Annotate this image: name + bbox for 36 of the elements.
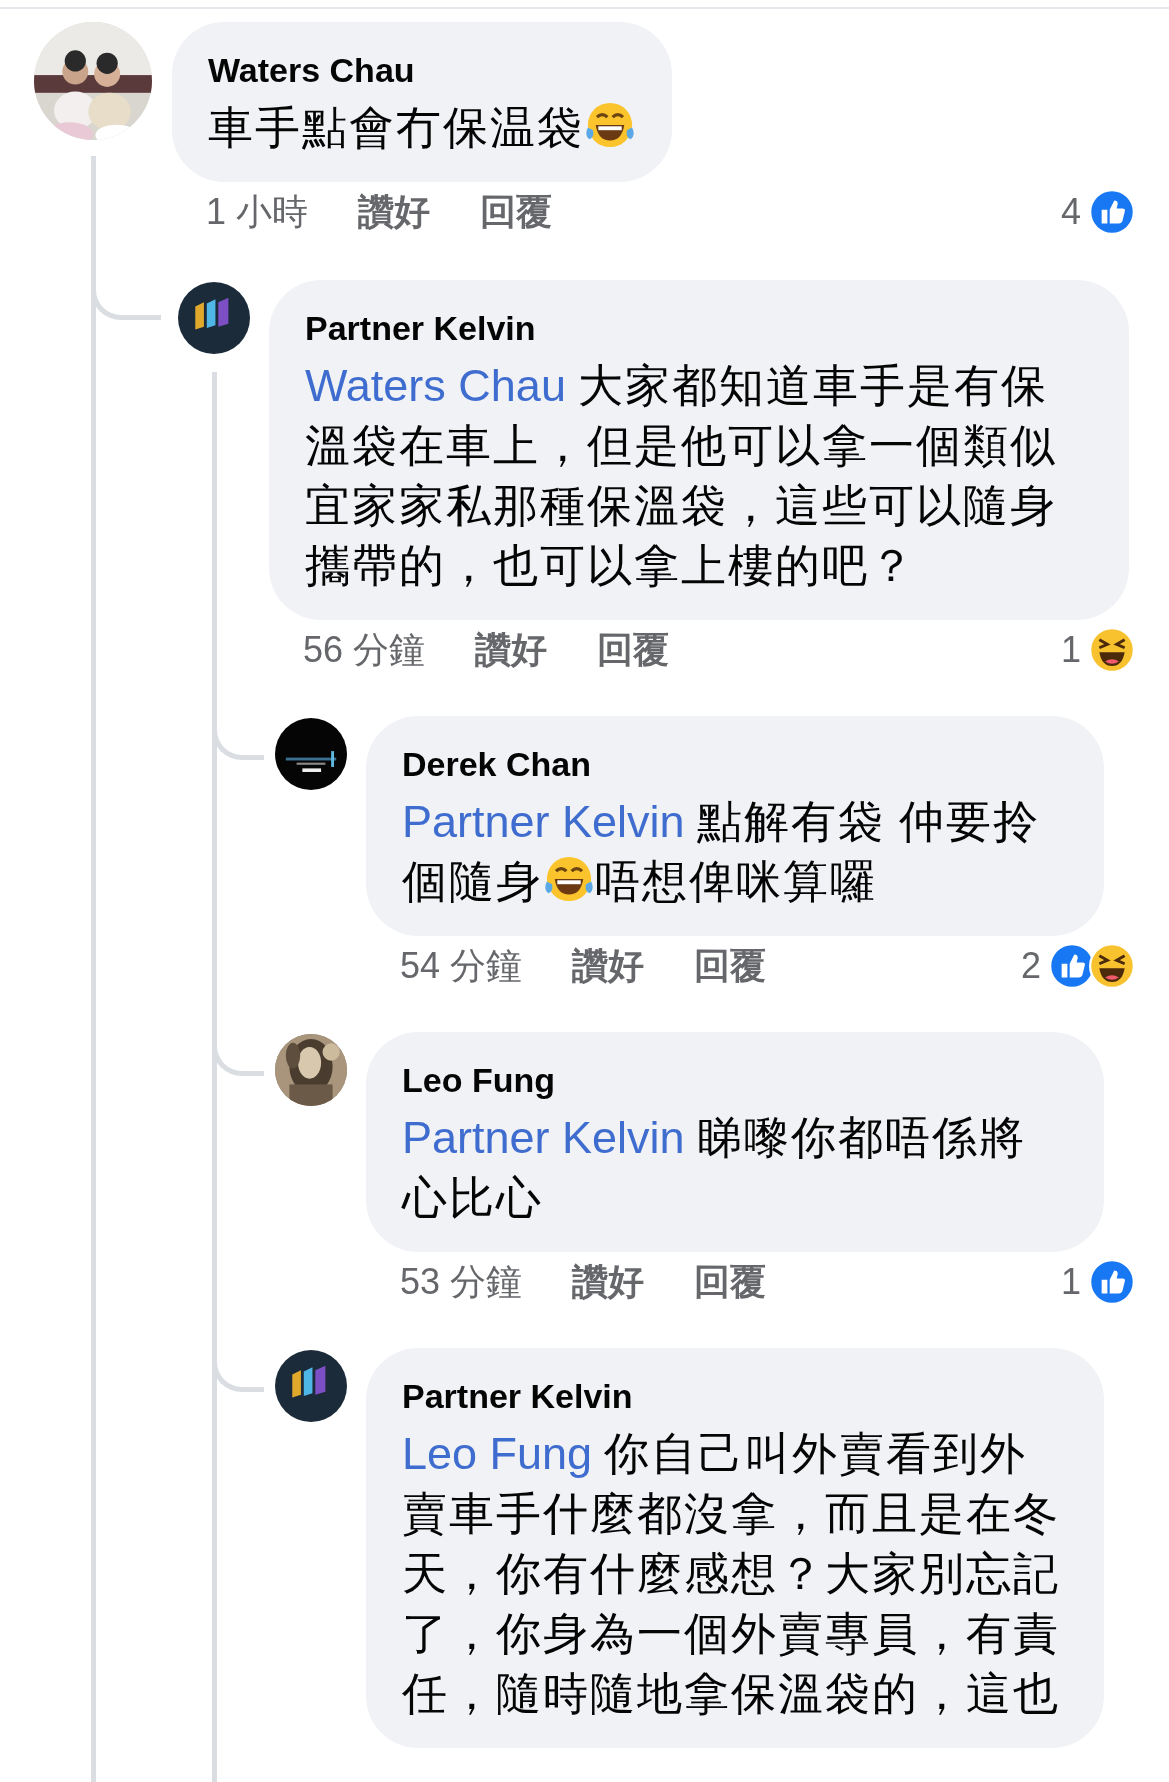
like-link[interactable]: 讚好: [358, 187, 431, 237]
reply-link[interactable]: 回覆: [694, 1257, 767, 1307]
reaction-count: 4: [1060, 191, 1081, 233]
comment-time: 1 小時: [206, 189, 309, 234]
comment-text: Partner Kelvin 睇嚟你都唔係將心比心: [402, 1111, 1027, 1225]
like-link[interactable]: 讚好: [572, 941, 645, 991]
thumbs-up-icon: [1089, 189, 1135, 235]
comment-time: 53 分鐘: [400, 1259, 523, 1304]
logo-icon: [178, 282, 250, 354]
laughing-face-icon: [1089, 627, 1135, 673]
thumbs-up-icon: [1089, 1259, 1135, 1305]
reaction-count: 1: [1060, 629, 1081, 671]
reaction-count: 2: [1020, 945, 1041, 987]
comment-text: Waters Chau 大家都知道車手是有保溫袋在車上，但是他可以拿一個類似宜家家私那種保溫袋，這些可以隨身攜帶的，也可以拿上樓的吧？: [305, 359, 1058, 593]
like-link[interactable]: 讚好: [475, 625, 548, 675]
reply-link[interactable]: 回覆: [694, 941, 767, 991]
laughing-face-icon: [1089, 943, 1135, 989]
author-name[interactable]: Leo Fung: [402, 1058, 1068, 1102]
comment-time: 54 分鐘: [400, 943, 523, 988]
author-name[interactable]: Partner Kelvin: [305, 306, 1093, 350]
logo-icon: [275, 1350, 347, 1422]
comment-text: 車手點會冇保温袋: [208, 98, 636, 158]
mention-link[interactable]: Partner Kelvin: [402, 796, 685, 847]
comment-text: Partner Kelvin 點解有袋 仲要拎個隨身 唔想俾咪算囉: [402, 795, 1042, 909]
reply-link[interactable]: 回覆: [480, 187, 553, 237]
author-name[interactable]: Partner Kelvin: [402, 1374, 1068, 1418]
reply-link[interactable]: 回覆: [597, 625, 670, 675]
author-name[interactable]: Waters Chau: [208, 48, 636, 92]
comment-time: 56 分鐘: [303, 627, 426, 672]
comment-text: Leo Fung 你自己叫外賣看到外賣車手什麼都沒拿，而且是在冬天，你有什麼感想？大家別忘記了，你身為一個外賣專員，有責任，隨時隨地拿保溫袋的，這也: [402, 1427, 1061, 1721]
author-name[interactable]: Derek Chan: [402, 742, 1068, 786]
mention-link[interactable]: Partner Kelvin: [402, 1112, 685, 1163]
like-link[interactable]: 讚好: [572, 1257, 645, 1307]
mention-link[interactable]: Waters Chau: [305, 360, 566, 411]
reaction-count: 1: [1060, 1261, 1081, 1303]
mention-link[interactable]: Leo Fung: [402, 1428, 593, 1479]
